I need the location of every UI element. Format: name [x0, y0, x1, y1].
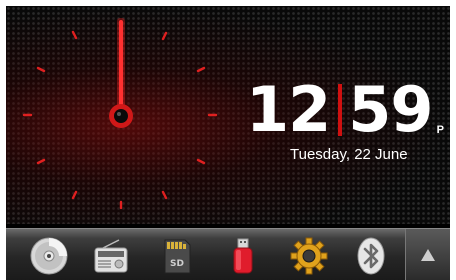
bluetooth-icon: [357, 237, 385, 275]
digital-time: 12 59 P: [246, 73, 444, 146]
dock-expand-button[interactable]: [405, 229, 450, 280]
clock-center-hub: [114, 109, 128, 123]
cd-disc-icon: [30, 237, 68, 275]
svg-text:SD: SD: [170, 259, 184, 269]
clock-screen: 12 59 P Tuesday, 22 June: [6, 6, 450, 224]
usb-drive-icon: [233, 238, 253, 274]
time-minutes: 59: [348, 73, 433, 146]
sd-card-icon: SD: [164, 239, 191, 274]
bluetooth-button[interactable]: [348, 233, 394, 279]
device-frame: 12 59 P Tuesday, 22 June SD: [6, 6, 450, 280]
usb-drive-button[interactable]: [220, 233, 266, 279]
radio-button[interactable]: [88, 233, 134, 279]
time-hours: 12: [246, 73, 331, 146]
app-dock: SD: [6, 228, 450, 280]
settings-button[interactable]: [286, 233, 332, 279]
date-label: Tuesday, 22 June: [290, 146, 408, 163]
minute-hand: [119, 20, 123, 112]
cd-disc-button[interactable]: [26, 233, 72, 279]
up-arrow-icon: [421, 249, 435, 261]
settings-gear-icon: [290, 237, 328, 275]
time-ampm: P: [436, 124, 444, 136]
sd-card-button[interactable]: SD: [154, 233, 200, 279]
time-separator: [338, 84, 343, 136]
radio-icon: [94, 239, 128, 273]
